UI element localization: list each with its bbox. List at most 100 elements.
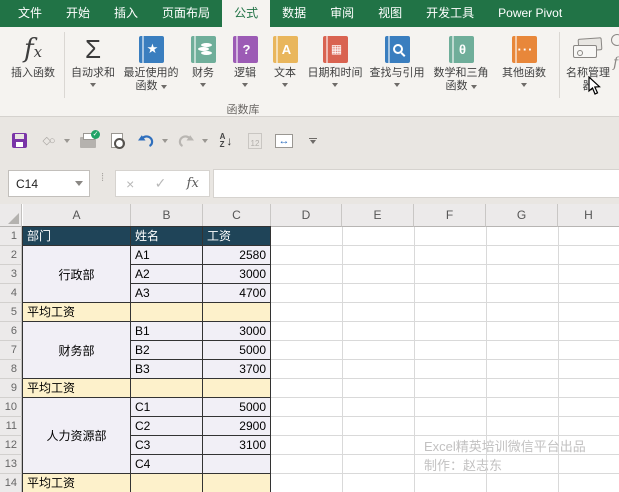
math-trig-button[interactable]: θ 数学和三角函数 <box>430 31 492 113</box>
column-header-c[interactable]: C <box>203 204 271 227</box>
row-header-8[interactable]: 8 <box>0 360 22 379</box>
row-header-6[interactable]: 6 <box>0 322 22 341</box>
cell-a1[interactable]: 部门 <box>23 227 131 246</box>
row-header-14[interactable]: 14 <box>0 474 22 492</box>
row-header-4[interactable]: 4 <box>0 284 22 303</box>
column-header-e[interactable]: E <box>342 204 414 227</box>
cell-b14[interactable] <box>131 474 203 492</box>
row-header-10[interactable]: 10 <box>0 398 22 417</box>
tab-review[interactable]: 审阅 <box>318 0 366 27</box>
cell-a6-a8-merged[interactable]: 财务部 <box>23 322 131 379</box>
insert-function-fx-icon[interactable]: fx <box>187 176 199 191</box>
shapes-button[interactable]: ◇○ <box>37 129 59 153</box>
row-header-5[interactable]: 5 <box>0 303 22 322</box>
cell-b4[interactable]: A3 <box>131 284 203 303</box>
watermark-line2: 制作：赵志东 <box>424 458 503 473</box>
row-header-9[interactable]: 9 <box>0 379 22 398</box>
more-functions-button[interactable]: ··· 其他函数 <box>494 31 554 113</box>
column-header-a[interactable]: A <box>23 204 131 227</box>
date-time-functions-button[interactable]: ▦ 日期和时间 <box>304 31 366 113</box>
cell-b9[interactable] <box>131 379 203 398</box>
column-header-g[interactable]: G <box>486 204 558 227</box>
cancel-icon[interactable]: × <box>126 176 134 192</box>
chevron-down-icon <box>282 83 288 87</box>
column-header-b[interactable]: B <box>131 204 203 227</box>
name-manager-button[interactable]: 名称管理器 <box>562 31 614 113</box>
cell-c4[interactable]: 4700 <box>203 284 271 303</box>
row-header-12[interactable]: 12 <box>0 436 22 455</box>
formula-bar-resizer[interactable]: ⁞ <box>101 173 104 184</box>
lookup-reference-button[interactable]: 查找与引用 <box>366 31 428 113</box>
cell-b12[interactable]: C3 <box>131 436 203 455</box>
tab-view[interactable]: 视图 <box>366 0 414 27</box>
paste-values-button[interactable]: 12 <box>244 129 266 153</box>
tab-insert[interactable]: 插入 <box>102 0 150 27</box>
cell-b7[interactable]: B2 <box>131 341 203 360</box>
cell-b10[interactable]: C1 <box>131 398 203 417</box>
quick-print-button[interactable]: ✓ <box>77 129 100 153</box>
column-header-d[interactable]: D <box>271 204 342 227</box>
recently-used-functions-button[interactable]: ★ 最近使用的函数 <box>121 31 181 113</box>
cell-a5[interactable]: 平均工资 <box>23 303 131 322</box>
cell-b11[interactable]: C2 <box>131 417 203 436</box>
column-width-button[interactable]: ↔ <box>273 129 295 153</box>
print-preview-button[interactable] <box>106 129 128 153</box>
column-header-f[interactable]: F <box>414 204 486 227</box>
tab-home[interactable]: 开始 <box>54 0 102 27</box>
row-header-3[interactable]: 3 <box>0 265 22 284</box>
tab-file[interactable]: 文件 <box>6 0 54 27</box>
cell-b3[interactable]: A2 <box>131 265 203 284</box>
row-header-2[interactable]: 2 <box>0 246 22 265</box>
tab-formulas[interactable]: 公式 <box>222 0 271 27</box>
insert-function-button[interactable]: fx 插入函数 <box>4 31 62 113</box>
cell-b8[interactable]: B3 <box>131 360 203 379</box>
row-header-11[interactable]: 11 <box>0 417 22 436</box>
column-header-h[interactable]: H <box>558 204 619 227</box>
cell-a10-a13-merged[interactable]: 人力资源部 <box>23 398 131 474</box>
cell-c9[interactable] <box>203 379 271 398</box>
cell-a2-a4-merged[interactable]: 行政部 <box>23 246 131 303</box>
redo-button[interactable] <box>175 129 197 153</box>
cell-c6[interactable]: 3000 <box>203 322 271 341</box>
tab-developer[interactable]: 开发工具 <box>414 0 486 27</box>
row-header-13[interactable]: 13 <box>0 455 22 474</box>
chevron-down-icon[interactable] <box>64 138 70 143</box>
cell-b13[interactable]: C4 <box>131 455 203 474</box>
cell-c14-active[interactable] <box>203 474 271 492</box>
formula-input[interactable] <box>213 169 619 198</box>
save-button[interactable] <box>8 129 30 153</box>
tab-data[interactable]: 数据 <box>270 0 318 27</box>
cell-b5[interactable] <box>131 303 203 322</box>
chevron-down-icon[interactable] <box>202 138 208 143</box>
row-header-1[interactable]: 1 <box>0 227 22 246</box>
cell-c12[interactable]: 3100 <box>203 436 271 455</box>
name-box[interactable]: C14 <box>8 170 90 197</box>
cell-c3[interactable]: 3000 <box>203 265 271 284</box>
cell-a14[interactable]: 平均工资 <box>23 474 131 492</box>
cell-c1[interactable]: 工资 <box>203 227 271 246</box>
select-all-button[interactable] <box>0 204 22 227</box>
undo-button[interactable] <box>135 129 157 153</box>
cell-c2[interactable]: 2580 <box>203 246 271 265</box>
autosum-button[interactable]: Σ 自动求和 <box>66 31 120 113</box>
book-theta-icon: θ <box>448 35 474 63</box>
row-header-7[interactable]: 7 <box>0 341 22 360</box>
enter-icon[interactable]: ✓ <box>155 175 167 192</box>
cell-c7[interactable]: 5000 <box>203 341 271 360</box>
sort-az-button[interactable]: A Z ↓ <box>215 129 237 153</box>
customize-qat-button[interactable] <box>302 129 324 153</box>
fx-icon: fx <box>23 34 43 64</box>
cell-b6[interactable]: B1 <box>131 322 203 341</box>
cell-c10[interactable]: 5000 <box>203 398 271 417</box>
cell-c13[interactable] <box>203 455 271 474</box>
chevron-down-icon[interactable] <box>162 138 168 143</box>
tab-page-layout[interactable]: 页面布局 <box>150 0 222 27</box>
tab-power-pivot[interactable]: Power Pivot <box>486 0 574 27</box>
cell-b1[interactable]: 姓名 <box>131 227 203 246</box>
cell-c5[interactable] <box>203 303 271 322</box>
cell-c8[interactable]: 3700 <box>203 360 271 379</box>
cell-a9[interactable]: 平均工资 <box>23 379 131 398</box>
cell-b2[interactable]: A1 <box>131 246 203 265</box>
chevron-down-icon[interactable] <box>75 181 83 186</box>
cell-c11[interactable]: 2900 <box>203 417 271 436</box>
